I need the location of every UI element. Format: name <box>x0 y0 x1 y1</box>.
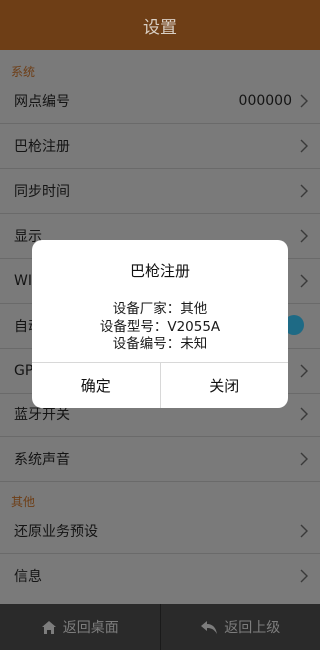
row-scanner-register[interactable]: 巴枪注册 <box>0 123 320 168</box>
row-label: 信息 <box>14 568 42 585</box>
page-title: 设置 <box>143 17 177 38</box>
chevron-right-icon <box>300 229 308 242</box>
row-label: 系统声音 <box>14 451 70 468</box>
close-button[interactable]: 关闭 <box>161 363 289 408</box>
home-button[interactable]: 返回桌面 <box>0 604 160 650</box>
row-label: 网点编号 <box>14 93 70 110</box>
chevron-right-icon <box>300 569 308 582</box>
back-button[interactable]: 返回上级 <box>161 604 320 650</box>
chevron-right-icon <box>300 139 308 152</box>
bottom-nav: 返回桌面 返回上级 <box>0 604 320 650</box>
row-label: 巴枪注册 <box>14 138 70 155</box>
row-label: 还原业务预设 <box>14 523 98 540</box>
dialog-title: 巴枪注册 <box>129 262 190 280</box>
back-label: 返回上级 <box>224 620 281 636</box>
chevron-right-icon <box>300 94 308 107</box>
back-arrow-icon <box>201 620 218 634</box>
home-icon <box>41 620 56 634</box>
chevron-right-icon <box>300 524 308 537</box>
chevron-right-icon <box>300 184 308 197</box>
confirm-button[interactable]: 确定 <box>32 363 160 408</box>
home-label: 返回桌面 <box>62 620 119 636</box>
row-restore-defaults[interactable]: 还原业务预设 <box>0 508 320 553</box>
row-sync-time[interactable]: 同步时间 <box>0 168 320 213</box>
row-label: 同步时间 <box>14 183 70 200</box>
divider <box>0 481 320 482</box>
dialog-actions: 确定 关闭 <box>32 362 288 408</box>
site-number-value: 000000 <box>238 92 292 109</box>
register-dialog: 巴枪注册 设备厂家：其他 设备型号：V2055A 设备编号：未知 确定 关闭 <box>32 240 288 408</box>
row-site-number[interactable]: 网点编号 000000 <box>0 78 320 123</box>
chevron-right-icon <box>300 364 308 377</box>
chevron-right-icon <box>300 452 308 465</box>
chevron-right-icon <box>300 407 308 420</box>
dialog-serial: 设备编号：未知 <box>112 336 208 352</box>
row-info[interactable]: 信息 <box>0 553 320 598</box>
app-header: 设置 <box>0 0 320 50</box>
chevron-right-icon <box>300 274 308 287</box>
dialog-manufacturer: 设备厂家：其他 <box>112 301 208 317</box>
row-system-sound[interactable]: 系统声音 <box>0 436 320 481</box>
